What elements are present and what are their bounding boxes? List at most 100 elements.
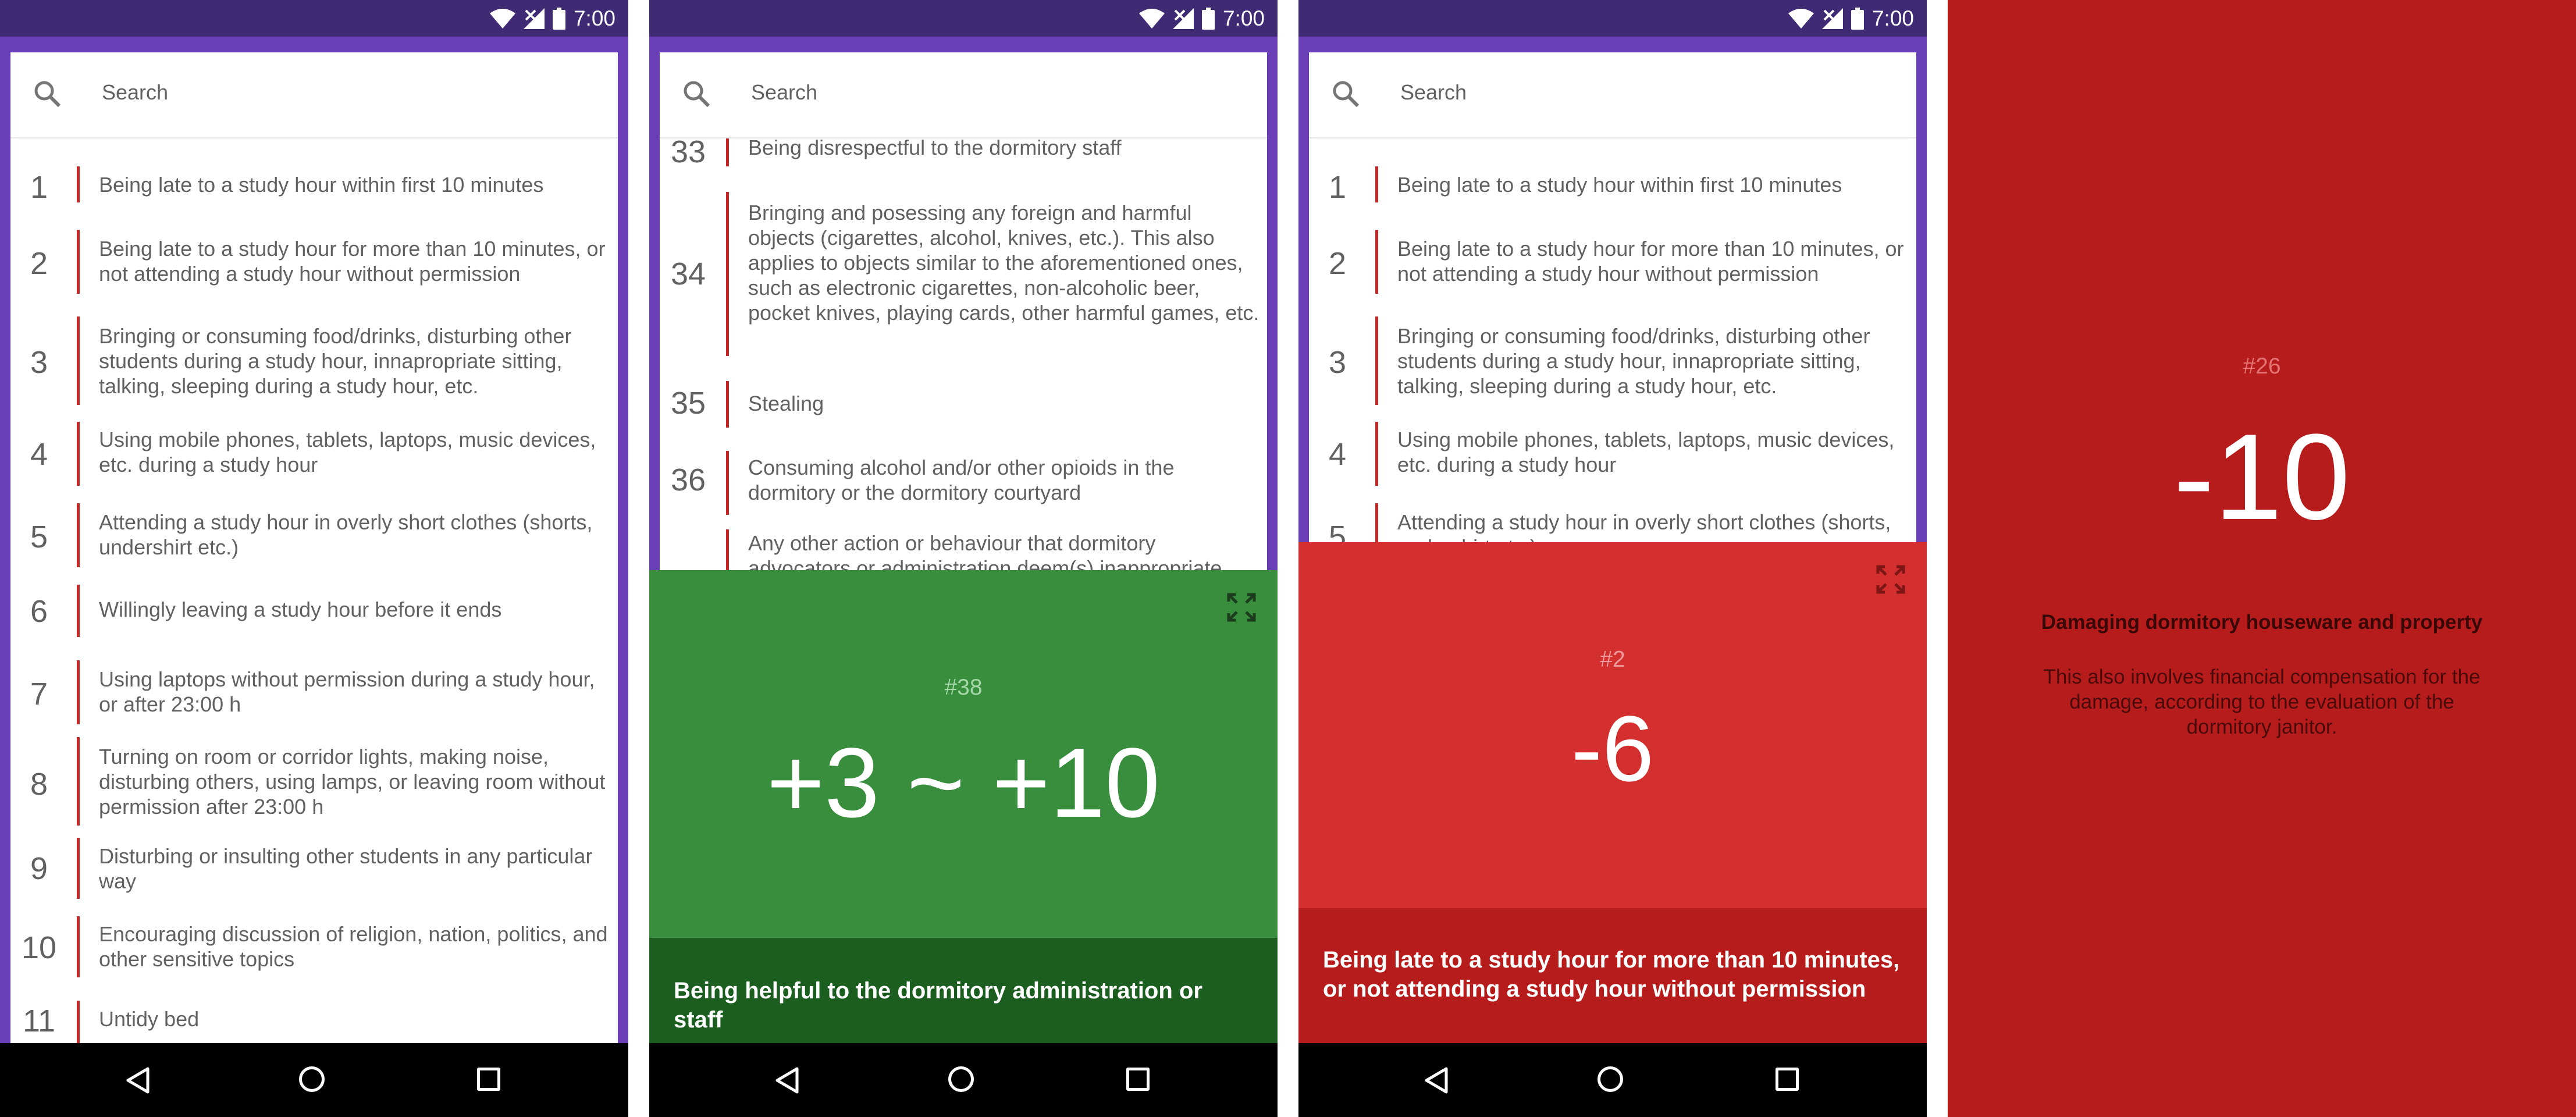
rule-divider <box>77 316 80 405</box>
rule-number: 7 <box>30 677 48 712</box>
detail-panel[interactable]: #38 +3 ~ +10 Being helpful to the dormit… <box>649 570 1278 1043</box>
fullscreen-rule-description: This also involves financial compensatio… <box>2043 666 2481 738</box>
no-signal-icon <box>1172 8 1194 29</box>
rule-divider <box>77 230 80 294</box>
rule-divider <box>1375 316 1378 405</box>
battery-icon <box>552 8 565 30</box>
rule-number: 8 <box>30 767 48 802</box>
rule-number: 3 <box>30 345 48 380</box>
rule-item[interactable]: 9 Disturbing or insulting other students… <box>10 832 618 902</box>
rule-item[interactable]: 4 Using mobile phones, tablets, laptops,… <box>1309 419 1916 489</box>
status-bar: 7:00 <box>0 0 628 37</box>
fullscreen-rule-title: Damaging dormitory houseware and propert… <box>2041 611 2483 634</box>
fullscreen-icon[interactable] <box>1874 563 1907 596</box>
recent-apps-icon[interactable] <box>1126 1068 1150 1091</box>
rule-divider <box>77 660 80 724</box>
navigation-bar <box>0 1043 628 1117</box>
rule-number: 4 <box>30 437 48 472</box>
rule-item[interactable]: 3 Bringing or consuming food/drinks, dis… <box>1309 314 1916 405</box>
rule-item[interactable]: 1 Being late to a study hour within firs… <box>1309 163 1916 209</box>
rule-item[interactable]: 10 Encouraging discussion of religion, n… <box>10 913 618 983</box>
rule-number: 33 <box>670 134 706 169</box>
rule-text: Consuming alcohol and/or other opioids i… <box>748 456 1175 504</box>
fullscreen-icon[interactable] <box>1225 591 1258 624</box>
detail-rule-number: #38 <box>944 675 983 700</box>
screen-fullscreen-detail: #26 -10 Damaging dormitory houseware and… <box>1948 0 2576 1117</box>
rule-divider <box>77 1001 80 1043</box>
rule-divider <box>77 838 80 899</box>
rule-text: Being late to a study hour for more than… <box>99 237 606 286</box>
rule-text: Using mobile phones, tablets, laptops, m… <box>1397 428 1895 476</box>
status-time: 7:00 <box>573 6 615 30</box>
detail-description: Being late to a study hour for more than… <box>1323 947 1900 1002</box>
rule-divider <box>77 916 80 977</box>
rule-number: 10 <box>21 930 57 965</box>
rule-number: 11 <box>22 1004 56 1038</box>
rule-text: Being late to a study hour for more than… <box>1397 237 1904 286</box>
detail-panel[interactable]: #2 -6 Being late to a study hour for mor… <box>1298 542 1927 1043</box>
rule-number: 9 <box>30 851 48 886</box>
rule-item[interactable]: 3 Bringing or consuming food/drinks, dis… <box>10 314 618 405</box>
rule-item[interactable]: 33 Being disrespectful to the dormitory … <box>660 134 1267 172</box>
rule-number: 2 <box>1328 246 1347 281</box>
rule-number: 36 <box>670 463 706 497</box>
rule-divider <box>77 166 80 202</box>
search-input[interactable]: Search <box>102 80 168 105</box>
fullscreen-points-value: -10 <box>2173 408 2350 545</box>
rule-text: Untidy bed <box>99 1007 200 1031</box>
rule-number: 35 <box>670 386 706 421</box>
detail-description-bar: Being late to a study hour for more than… <box>1298 908 1927 1043</box>
home-icon[interactable] <box>1597 1066 1623 1092</box>
search-icon <box>684 81 710 108</box>
rule-divider <box>726 137 729 166</box>
rule-divider <box>1375 422 1378 486</box>
search-bar[interactable]: Search <box>1309 52 1916 138</box>
recent-apps-icon[interactable] <box>1776 1068 1799 1091</box>
home-icon[interactable] <box>948 1066 974 1092</box>
rule-item[interactable]: 34 Bringing and posessing any foreign an… <box>660 192 1267 361</box>
rule-text: Bringing or consuming food/drinks, distu… <box>1397 324 1870 398</box>
status-bar: 7:00 <box>649 0 1278 37</box>
rule-item[interactable]: 2 Being late to a study hour for more th… <box>10 227 618 297</box>
rule-text: Using laptops without permission during … <box>99 667 595 716</box>
screen-detail-positive: 7:00 Search 33 Being disrespectful to th… <box>649 0 1278 1117</box>
rule-text: Bringing and posessing any foreign and h… <box>748 201 1259 325</box>
rule-divider <box>77 503 80 567</box>
rule-item[interactable]: 11 Untidy bed <box>10 995 618 1043</box>
wifi-icon <box>489 9 515 29</box>
rule-item[interactable]: 36 Consuming alcohol and/or other opioid… <box>660 448 1267 518</box>
rule-item[interactable]: 7 Using laptops without permission durin… <box>10 657 618 727</box>
detail-points-value: +3 ~ +10 <box>767 728 1160 838</box>
rule-text: Disturbing or insulting other students i… <box>99 844 593 893</box>
battery-icon <box>1201 8 1215 30</box>
back-icon[interactable] <box>124 1066 150 1094</box>
back-icon[interactable] <box>774 1066 799 1094</box>
detail-description: Being helpful to the dormitory administr… <box>674 978 1202 1033</box>
rule-item[interactable]: 1 Being late to a study hour within firs… <box>10 163 618 209</box>
rule-item[interactable]: 4 Using mobile phones, tablets, laptops,… <box>10 419 618 489</box>
rule-divider <box>726 381 729 428</box>
home-icon[interactable] <box>299 1066 325 1092</box>
rule-divider <box>1375 230 1378 294</box>
search-input[interactable]: Search <box>1400 80 1467 105</box>
rule-divider <box>1375 166 1378 202</box>
rule-text: Willingly leaving a study hour before it… <box>99 597 502 621</box>
rule-divider <box>77 585 80 637</box>
rule-divider <box>726 451 729 515</box>
rule-number: 1 <box>1328 170 1347 205</box>
rule-item[interactable]: 5 Attending a study hour in overly short… <box>10 500 618 570</box>
detail-description-bar: Being helpful to the dormitory administr… <box>649 938 1278 1043</box>
search-bar[interactable]: Search <box>660 52 1267 138</box>
rule-item[interactable]: 35 Stealing <box>660 378 1267 431</box>
rule-divider <box>726 192 729 356</box>
rule-text: Encouraging discussion of religion, nati… <box>99 922 608 971</box>
rule-text: Stealing <box>748 392 824 415</box>
back-icon[interactable] <box>1423 1066 1449 1094</box>
no-signal-icon <box>523 8 545 29</box>
search-bar[interactable]: Search <box>10 52 618 138</box>
rule-item[interactable]: 6 Willingly leaving a study hour before … <box>10 582 618 640</box>
recent-apps-icon[interactable] <box>477 1068 500 1091</box>
rule-item[interactable]: 8 Turning on room or corridor lights, ma… <box>10 730 618 826</box>
rule-item[interactable]: 2 Being late to a study hour for more th… <box>1309 227 1916 297</box>
search-input[interactable]: Search <box>751 80 817 105</box>
